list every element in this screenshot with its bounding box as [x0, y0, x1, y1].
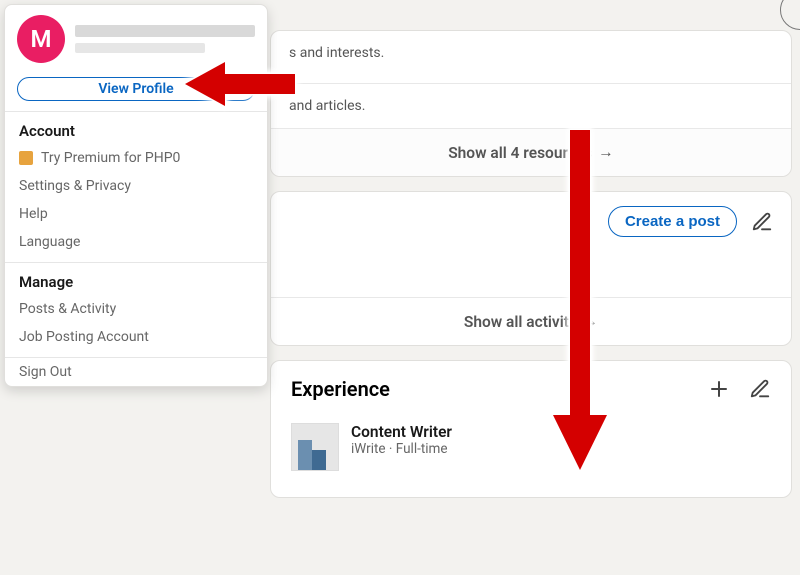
show-all-resources-label: Show all 4 resources — [448, 144, 592, 162]
arrow-right-icon: → — [583, 312, 599, 331]
account-dropdown: M View Profile Account Try Premium for P… — [4, 4, 268, 387]
edit-experience-button[interactable] — [749, 378, 771, 400]
account-header: M — [5, 5, 267, 73]
add-experience-button[interactable] — [707, 377, 731, 401]
settings-privacy-item[interactable]: Settings & Privacy — [5, 172, 267, 200]
profile-headline-placeholder — [75, 43, 205, 53]
view-profile-button[interactable]: View Profile — [17, 77, 255, 101]
avatar[interactable]: M — [17, 15, 65, 63]
company-logo — [291, 423, 339, 471]
profile-name-block — [75, 25, 255, 53]
show-all-resources-button[interactable]: Show all 4 resources → — [271, 128, 791, 176]
manage-section-title: Manage — [5, 263, 267, 295]
profile-name-placeholder — [75, 25, 255, 37]
job-posting-item[interactable]: Job Posting Account — [5, 323, 267, 351]
experience-title: Experience — [291, 377, 390, 401]
posts-activity-item[interactable]: Posts & Activity — [5, 295, 267, 323]
experience-item[interactable]: Content Writer iWrite · Full-time — [291, 423, 771, 471]
show-all-activity-label: Show all activity — [464, 313, 577, 331]
edit-activity-button[interactable] — [751, 211, 773, 233]
circle-icon — [780, 0, 800, 30]
pencil-icon — [751, 211, 773, 233]
arrow-right-icon: → — [598, 143, 614, 162]
premium-icon — [19, 151, 33, 165]
show-all-activity-button[interactable]: Show all activity → — [271, 297, 791, 345]
try-premium-label: Try Premium for PHP0 — [41, 150, 180, 166]
experience-role: Content Writer — [351, 423, 452, 441]
plus-icon — [707, 377, 731, 401]
pencil-icon — [749, 378, 771, 400]
experience-subtitle: iWrite · Full-time — [351, 441, 452, 457]
activity-card: Create a post Show all activity → — [270, 191, 792, 346]
try-premium-item[interactable]: Try Premium for PHP0 — [5, 144, 267, 172]
language-item[interactable]: Language — [5, 228, 267, 256]
resource-line-1: s and interests. — [271, 31, 791, 75]
experience-card: Experience Content Writer iWrite · Full-… — [270, 360, 792, 498]
help-item[interactable]: Help — [5, 200, 267, 228]
sign-out-item[interactable]: Sign Out — [5, 358, 267, 386]
main-column: s and interests. and articles. Show all … — [270, 30, 792, 498]
create-post-button[interactable]: Create a post — [608, 206, 737, 237]
account-section-title: Account — [5, 112, 267, 144]
resource-line-2: and articles. — [271, 84, 791, 128]
resources-card: s and interests. and articles. Show all … — [270, 30, 792, 177]
